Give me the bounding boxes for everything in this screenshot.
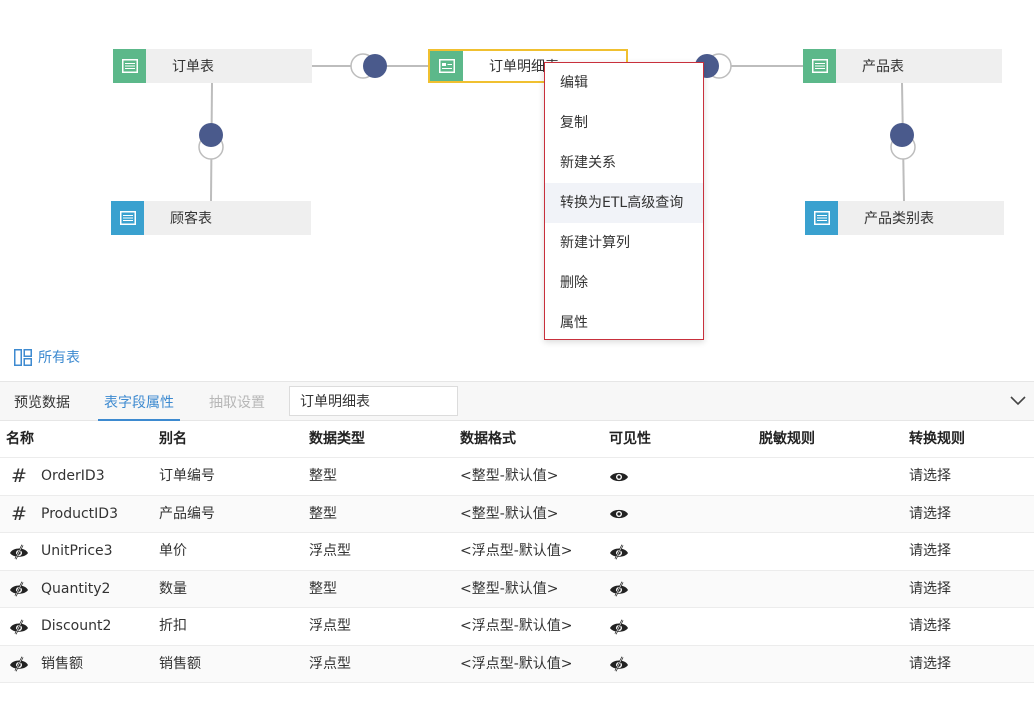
field-data-format[interactable]: <整型-默认值> [460,458,559,495]
field-name: 销售额 [41,655,83,672]
table-row[interactable]: UnitPrice3 单价 浮点型 <浮点型-默认值> 请选择 [0,533,1034,571]
node-products[interactable]: 产品表 [803,49,1002,83]
field-name: Discount2 [41,618,112,634]
property-tabbar: 预览数据 表字段属性 抽取设置 [0,381,1034,421]
menu-item-new-relation[interactable]: 新建关系 [545,143,703,183]
menu-item-edit[interactable]: 编辑 [545,63,703,103]
visibility-toggle[interactable] [609,533,629,570]
table-icon [430,51,463,81]
hash-icon: # [11,465,27,487]
join-dot[interactable] [199,123,223,147]
eye-slash-icon [9,608,29,645]
menu-item-properties[interactable]: 属性 [545,303,703,343]
table-icon [803,49,836,83]
eye-slash-icon [609,619,629,635]
field-name: ProductID3 [41,505,118,522]
relationship-canvas[interactable]: 订单表 订单明细表 产品表 顾客表 产品类别表 编辑 复制 新建关系 转换为ET… [0,0,1034,340]
table-row[interactable]: 销售额 销售额 浮点型 <浮点型-默认值> 请选择 [0,645,1034,683]
header-convert-rule: 转换规则 [909,431,965,447]
field-data-type[interactable]: 浮点型 [309,608,351,645]
context-menu: 编辑 复制 新建关系 转换为ETL高级查询 新建计算列 删除 属性 [544,62,704,340]
field-alias[interactable]: 订单编号 [159,458,215,495]
header-data-type: 数据类型 [309,431,365,447]
table-row[interactable]: # OrderID3 订单编号 整型 <整型-默认值> 请选择 [0,458,1034,496]
node-customers[interactable]: 顾客表 [111,201,311,235]
table-icon [805,201,838,235]
field-data-format[interactable]: <浮点型-默认值> [460,646,573,683]
convert-rule-select[interactable]: 请选择 [909,646,951,683]
grid-header: 名称 别名 数据类型 数据格式 可见性 脱敏规则 转换规则 [0,421,1034,458]
eye-slash-icon [9,571,29,608]
all-tables-link[interactable]: 所有表 [14,346,80,368]
menu-item-convert-etl[interactable]: 转换为ETL高级查询 [545,183,703,223]
eye-slash-icon [609,656,629,672]
all-tables-label: 所有表 [38,350,80,366]
field-alias[interactable]: 产品编号 [159,496,215,533]
tab-preview-data[interactable]: 预览数据 [14,382,70,421]
join-dot[interactable] [890,123,914,147]
field-alias[interactable]: 单价 [159,533,187,570]
eye-slash-icon [609,544,629,560]
eye-slash-icon [9,646,29,683]
menu-item-copy[interactable]: 复制 [545,103,703,143]
menu-item-delete[interactable]: 删除 [545,263,703,303]
convert-rule-select[interactable]: 请选择 [909,608,951,645]
visibility-toggle[interactable] [609,496,629,533]
field-data-type[interactable]: 整型 [309,496,337,533]
chevron-down-icon [1010,396,1026,406]
convert-rule-select[interactable]: 请选择 [909,533,951,570]
field-data-type[interactable]: 浮点型 [309,533,351,570]
eye-open-icon [609,507,629,521]
field-alias[interactable]: 折扣 [159,608,187,645]
visibility-toggle[interactable] [609,458,629,495]
field-data-type[interactable]: 浮点型 [309,646,351,683]
table-icon [111,201,144,235]
field-data-type[interactable]: 整型 [309,571,337,608]
field-alias[interactable]: 数量 [159,571,187,608]
header-masking-rule: 脱敏规则 [759,431,815,447]
field-data-type[interactable]: 整型 [309,458,337,495]
convert-rule-select[interactable]: 请选择 [909,458,951,495]
field-data-format[interactable]: <整型-默认值> [460,496,559,533]
layout-icon [14,348,32,366]
field-data-format[interactable]: <整型-默认值> [460,571,559,608]
eye-slash-icon [9,533,29,570]
header-visibility: 可见性 [609,431,651,447]
table-name-input[interactable] [289,386,458,416]
header-alias: 别名 [159,431,187,447]
grid-body: # OrderID3 订单编号 整型 <整型-默认值> 请选择 # ProductID3 产品编… [0,458,1034,683]
join-dot[interactable] [363,54,387,78]
node-label: 产品表 [862,59,904,75]
table-icon [113,49,146,83]
node-orders[interactable]: 订单表 [113,49,312,83]
hash-icon: # [11,502,27,525]
field-data-format[interactable]: <浮点型-默认值> [460,608,573,645]
field-grid: 名称 别名 数据类型 数据格式 可见性 脱敏规则 转换规则 # OrderID3 订… [0,421,1034,683]
table-row[interactable]: Quantity2 数量 整型 <整型-默认值> 请选择 [0,570,1034,608]
node-label: 产品类别表 [864,211,934,227]
visibility-toggle[interactable] [609,646,629,683]
header-name: 名称 [6,431,34,447]
field-name: Quantity2 [41,580,111,597]
field-name: OrderID3 [41,468,105,484]
field-data-format[interactable]: <浮点型-默认值> [460,533,573,570]
menu-item-new-calculated-column[interactable]: 新建计算列 [545,223,703,263]
visibility-toggle[interactable] [609,571,629,608]
node-label: 顾客表 [170,211,212,227]
tab-extract-settings: 抽取设置 [209,395,265,411]
node-label: 订单表 [172,59,214,75]
table-row[interactable]: # ProductID3 产品编号 整型 <整型-默认值> 请选择 [0,495,1034,533]
eye-open-icon [609,470,629,484]
field-name: UnitPrice3 [41,543,113,559]
eye-slash-icon [609,581,629,597]
convert-rule-select[interactable]: 请选择 [909,496,951,533]
field-alias[interactable]: 销售额 [159,646,201,683]
table-row[interactable]: Discount2 折扣 浮点型 <浮点型-默认值> 请选择 [0,608,1034,646]
tab-field-properties[interactable]: 表字段属性 [98,382,180,421]
node-categories[interactable]: 产品类别表 [805,201,1004,235]
visibility-toggle[interactable] [609,608,629,645]
header-data-format: 数据格式 [460,431,516,447]
convert-rule-select[interactable]: 请选择 [909,571,951,608]
collapse-button[interactable] [1008,391,1028,411]
